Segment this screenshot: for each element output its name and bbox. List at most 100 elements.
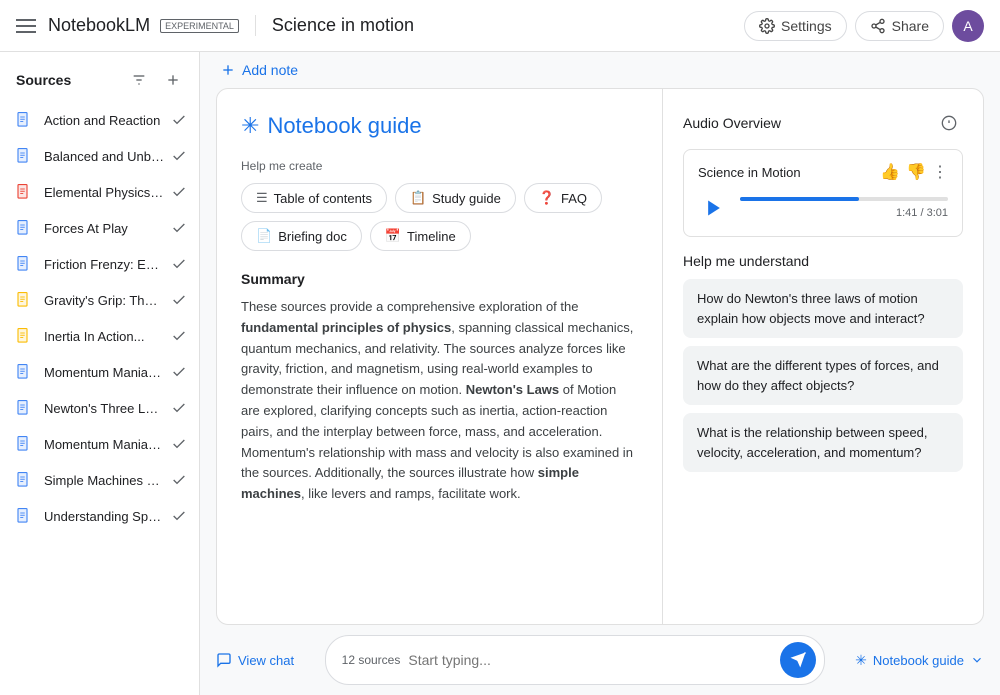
- chip-timeline[interactable]: 📅 Timeline: [370, 221, 471, 251]
- add-source-button[interactable]: [159, 66, 187, 94]
- source-doc-icon: [14, 362, 34, 382]
- source-check-icon: [171, 472, 187, 488]
- source-check-icon: [171, 364, 187, 380]
- source-item[interactable]: Simple Machines Make...: [0, 462, 199, 498]
- source-item[interactable]: Momentum Mania: Inves...: [0, 426, 199, 462]
- source-item-left: Gravity's Grip: The Force...: [14, 290, 164, 310]
- faq-icon: ❓: [539, 190, 555, 206]
- source-check-icon: [171, 400, 187, 416]
- question-chip[interactable]: What are the different types of forces, …: [683, 346, 963, 405]
- source-doc-icon: [14, 398, 34, 418]
- source-item[interactable]: Friction Frenzy: Explorin...: [0, 246, 199, 282]
- source-label: Elemental Physics, Third...: [44, 185, 164, 200]
- settings-label: Settings: [781, 18, 832, 34]
- source-item-left: Momentum Mania: Inves...: [14, 362, 164, 382]
- chip-toc-label: Table of contents: [274, 191, 372, 206]
- filter-button[interactable]: [125, 66, 153, 94]
- question-chip[interactable]: How do Newton's three laws of motion exp…: [683, 279, 963, 338]
- chip-table-of-contents[interactable]: ☰ Table of contents: [241, 183, 387, 213]
- audio-player-header: Science in Motion 👍 👎 ⋮: [698, 162, 948, 182]
- chevron-down-icon: [970, 653, 984, 667]
- like-button[interactable]: 👍: [880, 162, 900, 182]
- sidebar: Sources Action and Reacti: [0, 52, 200, 695]
- chip-faq[interactable]: ❓ FAQ: [524, 183, 602, 213]
- audio-player: Science in Motion 👍 👎 ⋮: [683, 149, 963, 237]
- source-item[interactable]: Inertia In Action...: [0, 318, 199, 354]
- main-layout: Sources Action and Reacti: [0, 52, 1000, 695]
- audio-track-title: Science in Motion: [698, 165, 801, 180]
- question-chip[interactable]: What is the relationship between speed, …: [683, 413, 963, 472]
- question-chips-container: How do Newton's three laws of motion exp…: [683, 279, 963, 472]
- sources-count-badge: 12 sources: [342, 653, 401, 667]
- user-avatar[interactable]: A: [952, 10, 984, 42]
- source-item[interactable]: Balanced and Unbalance...: [0, 138, 199, 174]
- chip-briefing-doc[interactable]: 📄 Briefing doc: [241, 221, 362, 251]
- dislike-button[interactable]: 👎: [906, 162, 926, 182]
- more-options-button[interactable]: ⋮: [932, 162, 948, 182]
- audio-time-label: 1:41 / 3:01: [740, 207, 948, 219]
- add-note-button[interactable]: Add note: [220, 62, 298, 78]
- source-label: Understanding Speed, Ve...: [44, 509, 164, 524]
- source-item[interactable]: Momentum Mania: Inves...: [0, 354, 199, 390]
- source-check-icon: [171, 256, 187, 272]
- source-doc-icon: [14, 434, 34, 454]
- content-area: Add note ✳ Notebook guide Help me create…: [200, 52, 1000, 695]
- source-check-icon: [171, 292, 187, 308]
- info-icon: [941, 115, 957, 131]
- summary-title: Summary: [241, 271, 638, 287]
- guide-right: Audio Overview Science in Motion 👍 👎 ⋮: [663, 89, 983, 624]
- source-item-left: Understanding Speed, Ve...: [14, 506, 164, 526]
- source-item[interactable]: Action and Reaction: [0, 102, 199, 138]
- chip-study-guide[interactable]: 📋 Study guide: [395, 183, 516, 213]
- source-label: Momentum Mania: Inves...: [44, 365, 164, 380]
- guide-title: Notebook guide: [267, 113, 421, 139]
- audio-info-button[interactable]: [935, 109, 963, 137]
- chat-input[interactable]: [408, 652, 779, 668]
- source-item-left: Simple Machines Make...: [14, 470, 164, 490]
- source-doc-icon: [14, 218, 34, 238]
- source-item[interactable]: Newton's Three Laws...: [0, 390, 199, 426]
- source-item[interactable]: Gravity's Grip: The Force...: [0, 282, 199, 318]
- audio-progress-bar[interactable]: [740, 197, 948, 201]
- chip-row-2: 📄 Briefing doc 📅 Timeline: [241, 221, 638, 251]
- filter-icon: [131, 72, 147, 88]
- notebook-guide-tab[interactable]: ✳ Notebook guide: [855, 652, 984, 669]
- share-button[interactable]: Share: [855, 11, 944, 41]
- chat-input-wrapper: 12 sources: [325, 635, 825, 685]
- source-label: Inertia In Action...: [44, 329, 144, 344]
- source-check-icon: [171, 328, 187, 344]
- source-doc-icon: [14, 290, 34, 310]
- source-label: Forces At Play: [44, 221, 128, 236]
- audio-actions: 👍 👎 ⋮: [880, 162, 948, 182]
- chip-study-label: Study guide: [432, 191, 501, 206]
- send-button[interactable]: [780, 642, 816, 678]
- source-item-left: Elemental Physics, Third...: [14, 182, 164, 202]
- notebook-guide-panel: ✳ Notebook guide Help me create ☰ Table …: [216, 88, 984, 625]
- guide-inner: ✳ Notebook guide Help me create ☰ Table …: [217, 89, 983, 624]
- source-check-icon: [171, 148, 187, 164]
- add-icon: [165, 72, 181, 88]
- guide-star-icon: ✳: [855, 652, 867, 669]
- source-item[interactable]: Understanding Speed, Ve...: [0, 498, 199, 534]
- play-icon: [704, 198, 724, 218]
- source-label: Gravity's Grip: The Force...: [44, 293, 164, 308]
- guide-left: ✳ Notebook guide Help me create ☰ Table …: [217, 89, 663, 624]
- source-item-left: Inertia In Action...: [14, 326, 144, 346]
- source-list: Action and Reaction Balanced and Unbalan…: [0, 102, 199, 534]
- source-label: Balanced and Unbalance...: [44, 149, 164, 164]
- help-understand-title: Help me understand: [683, 253, 963, 269]
- view-chat-button[interactable]: View chat: [216, 652, 294, 668]
- source-item-left: Action and Reaction: [14, 110, 160, 130]
- source-doc-icon: [14, 506, 34, 526]
- settings-button[interactable]: Settings: [744, 11, 847, 41]
- source-check-icon: [171, 436, 187, 452]
- source-item[interactable]: Forces At Play: [0, 210, 199, 246]
- source-item[interactable]: Elemental Physics, Third...: [0, 174, 199, 210]
- play-button[interactable]: [698, 192, 730, 224]
- hamburger-menu-icon[interactable]: [16, 19, 36, 33]
- source-item-left: Newton's Three Laws...: [14, 398, 164, 418]
- notebook-title: Science in motion: [255, 15, 414, 36]
- source-label: Simple Machines Make...: [44, 473, 164, 488]
- header-left: NotebookLM EXPERIMENTAL Science in motio…: [16, 15, 414, 36]
- summary-text: These sources provide a comprehensive ex…: [241, 297, 638, 505]
